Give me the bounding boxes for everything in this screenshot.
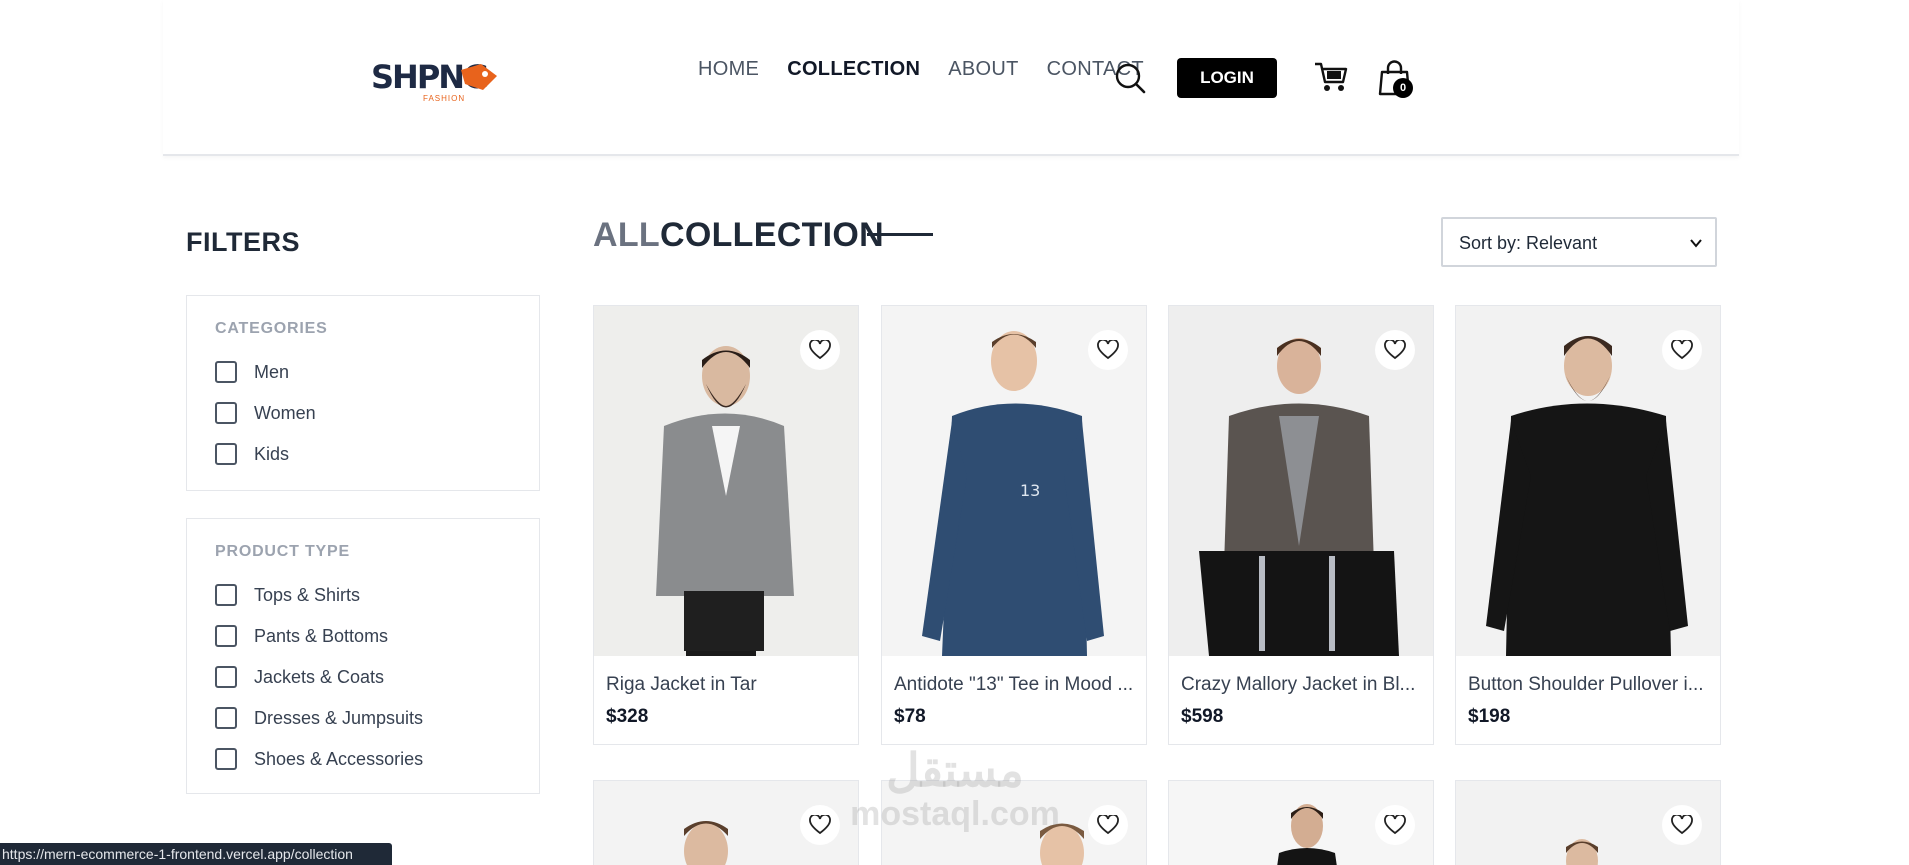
product-price: $328 (606, 706, 649, 727)
product-card[interactable]: Riga Jacket in Tar $328 (593, 305, 859, 745)
product-card[interactable]: 13 Antidote "13" Tee in Mood ... $78 (881, 305, 1147, 745)
wishlist-button[interactable] (1662, 805, 1702, 845)
heart-icon (1384, 815, 1406, 835)
logo-subtitle: FASHION (423, 94, 466, 103)
title-part-collection: COLLECTION (660, 216, 884, 254)
option-label: Men (254, 361, 290, 382)
option-label: Kids (254, 443, 290, 464)
option-label: Shoes & Accessories (254, 748, 424, 769)
product-card[interactable] (593, 780, 859, 865)
filters-title: FILTERS (186, 227, 300, 257)
option-label: Tops & Shirts (254, 584, 361, 605)
option-label: Pants & Bottoms (254, 625, 389, 646)
tag-icon (461, 64, 497, 90)
heart-icon (809, 815, 831, 835)
heart-icon (809, 340, 831, 360)
option-label: Jackets & Coats (254, 666, 385, 687)
checkbox[interactable] (215, 748, 237, 770)
checkbox[interactable] (215, 402, 237, 424)
svg-text:13: 13 (1020, 481, 1040, 500)
heart-icon (1097, 340, 1119, 360)
wishlist-button[interactable] (1662, 330, 1702, 370)
filter-option-dresses-jumpsuits[interactable]: Dresses & Jumpsuits (215, 706, 423, 730)
filter-option-shoes-accessories[interactable]: Shoes & Accessories (215, 747, 423, 771)
wishlist-button[interactable] (1375, 805, 1415, 845)
heart-icon (1384, 340, 1406, 360)
product-card[interactable]: Button Shoulder Pullover i... $198 (1455, 305, 1721, 745)
collection-title: ALLCOLLECTION (593, 216, 884, 255)
product-name[interactable]: Antidote "13" Tee in Mood ... (894, 674, 1139, 696)
sort-value: Sort by: Relevant (1459, 233, 1598, 253)
filter-option-jackets-coats[interactable]: Jackets & Coats (215, 665, 384, 689)
wishlist-button[interactable] (1375, 330, 1415, 370)
wishlist-button[interactable] (800, 805, 840, 845)
bag-count-badge: 0 (1393, 78, 1413, 98)
product-type-heading: PRODUCT TYPE (215, 543, 350, 560)
nav-home[interactable]: HOME (698, 58, 759, 81)
product-card[interactable]: Crazy Mallory Jacket in Bl... $598 (1168, 305, 1434, 745)
checkbox[interactable] (215, 707, 237, 729)
product-card[interactable] (881, 780, 1147, 865)
product-price: $198 (1468, 706, 1511, 727)
nav-collection[interactable]: COLLECTION (787, 58, 920, 81)
site-header: SHPNG FASHION HOME COLLECTION ABOUT CONT… (163, 0, 1739, 156)
filter-option-women[interactable]: Women (215, 401, 316, 425)
product-card[interactable] (1168, 780, 1434, 865)
site-logo[interactable]: SHPNG FASHION (371, 44, 503, 104)
browser-status-url: https://mern-ecommerce-1-frontend.vercel… (0, 843, 392, 865)
wishlist-button[interactable] (800, 330, 840, 370)
categories-filter: CATEGORIES Men Women Kids (186, 295, 540, 491)
cart-icon[interactable] (1313, 60, 1349, 94)
option-label: Women (254, 402, 316, 423)
checkbox[interactable] (215, 625, 237, 647)
product-price: $598 (1181, 706, 1224, 727)
wishlist-button[interactable] (1088, 330, 1128, 370)
wishlist-button[interactable] (1088, 805, 1128, 845)
checkbox[interactable] (215, 443, 237, 465)
login-button[interactable]: LOGIN (1177, 58, 1277, 98)
filter-option-men[interactable]: Men (215, 360, 289, 384)
heart-icon (1671, 815, 1693, 835)
title-underline (867, 233, 933, 236)
search-icon[interactable] (1114, 62, 1146, 94)
sort-select[interactable]: Sort by: Relevant (1441, 217, 1717, 267)
filter-option-pants-bottoms[interactable]: Pants & Bottoms (215, 624, 388, 648)
heart-icon (1671, 340, 1693, 360)
categories-heading: CATEGORIES (215, 320, 328, 337)
heart-icon (1097, 815, 1119, 835)
product-name[interactable]: Crazy Mallory Jacket in Bl... (1181, 674, 1426, 696)
checkbox[interactable] (215, 584, 237, 606)
title-part-all: ALL (593, 216, 660, 254)
option-label: Dresses & Jumpsuits (254, 707, 424, 728)
product-name[interactable]: Riga Jacket in Tar (606, 674, 851, 696)
chevron-down-icon (1690, 239, 1702, 248)
product-card[interactable] (1455, 780, 1721, 865)
filter-option-kids[interactable]: Kids (215, 442, 289, 466)
checkbox[interactable] (215, 361, 237, 383)
nav-about[interactable]: ABOUT (948, 58, 1018, 81)
product-name[interactable]: Button Shoulder Pullover i... (1468, 674, 1713, 696)
checkbox[interactable] (215, 666, 237, 688)
filter-option-tops-shirts[interactable]: Tops & Shirts (215, 583, 360, 607)
product-price: $78 (894, 706, 926, 727)
main-nav: HOME COLLECTION ABOUT CONTACT (698, 58, 1144, 81)
product-type-filter: PRODUCT TYPE Tops & Shirts Pants & Botto… (186, 518, 540, 794)
